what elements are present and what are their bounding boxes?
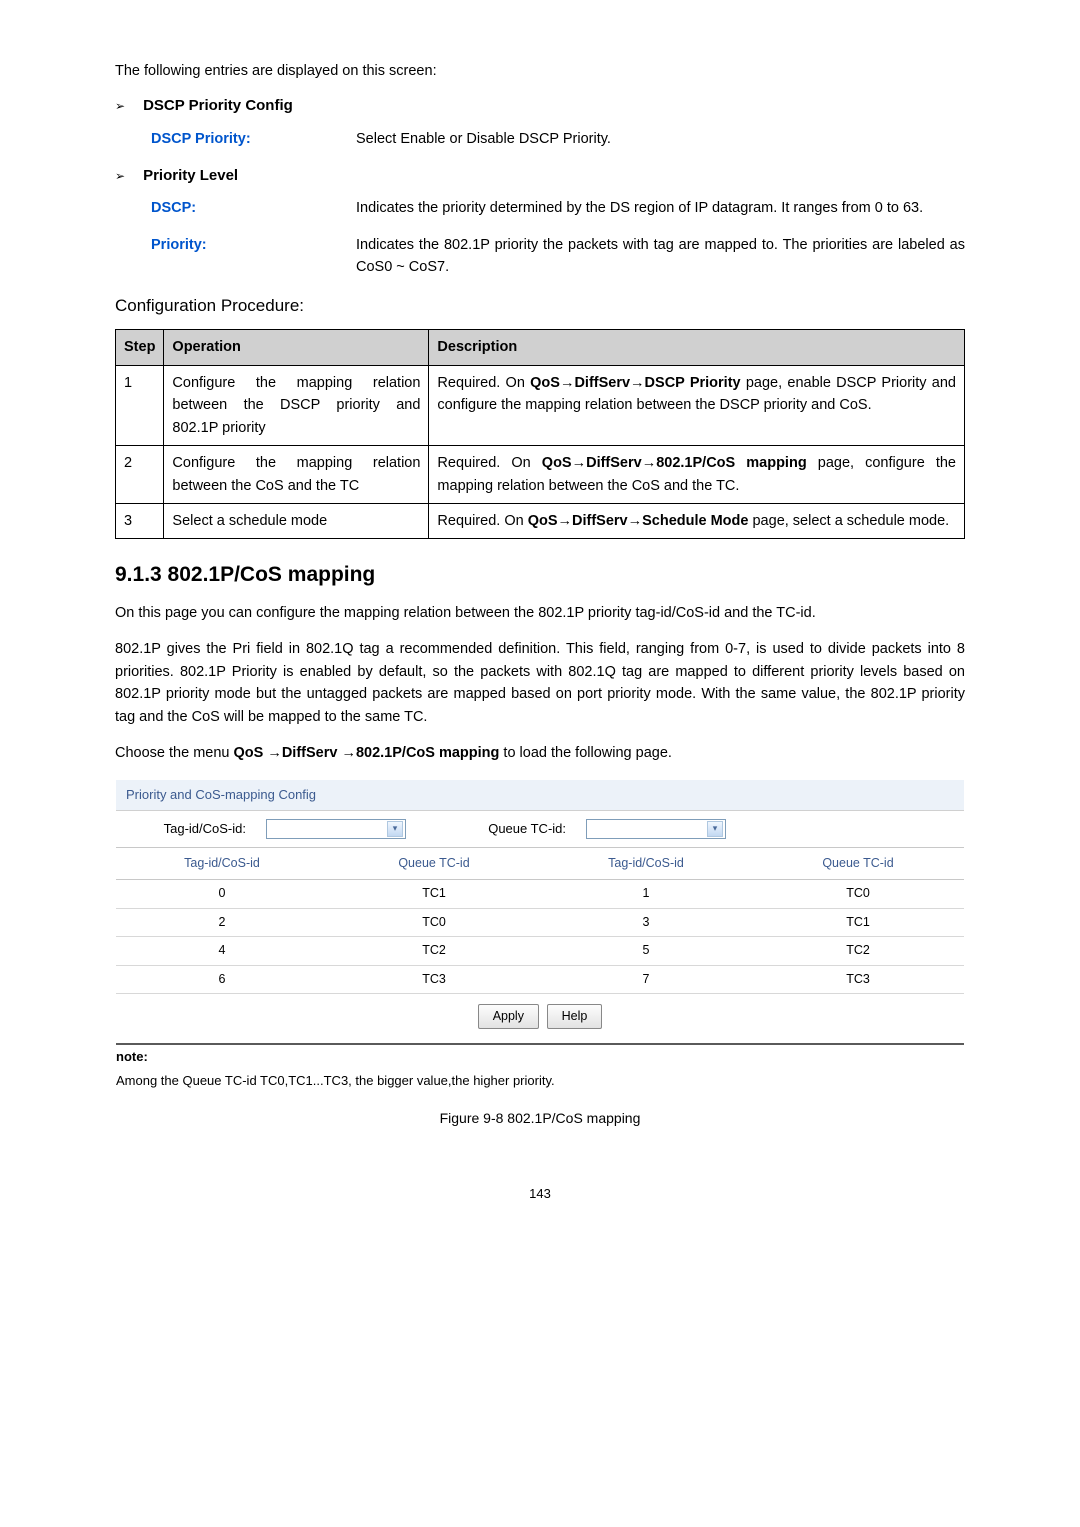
td-operation: Configure the mapping relation between t… (164, 446, 429, 504)
chevron-down-icon: ▾ (387, 821, 403, 837)
td-step: 1 (116, 365, 164, 445)
dscp-desc: Indicates the priority determined by the… (356, 197, 923, 219)
figure-container: Priority and CoS-mapping Config Tag-id/C… (115, 779, 965, 1130)
desc-bold: QoS→DiffServ→DSCP Priority (530, 375, 740, 391)
table-row: 3 Select a schedule mode Required. On Qo… (116, 504, 965, 539)
bullet-arrow-icon (115, 167, 125, 186)
cfg-cell: TC2 (328, 941, 540, 960)
desc-prefix: Required. On (437, 375, 530, 391)
cfg-cell: TC3 (328, 970, 540, 989)
dscp-row: DSCP: Indicates the priority determined … (151, 197, 965, 219)
para-1: On this page you can configure the mappi… (115, 602, 965, 624)
note-text: Among the Queue TC-id TC0,TC1...TC3, the… (116, 1071, 964, 1091)
col-header: Tag-id/CoS-id (540, 854, 752, 873)
cfg-cell: TC1 (328, 884, 540, 903)
table-header-row: Step Operation Description (116, 330, 965, 365)
procedure-table: Step Operation Description 1 Configure t… (115, 329, 965, 539)
chevron-down-icon: ▾ (707, 821, 723, 837)
section-heading-913: 9.1.3 802.1P/CoS mapping (115, 559, 965, 592)
dscp-priority-config-section: DSCP Priority Config DSCP Priority: Sele… (115, 94, 965, 150)
th-step: Step (116, 330, 164, 365)
intro-text: The following entries are displayed on t… (115, 60, 965, 82)
priority-level-section: Priority Level DSCP: Indicates the prior… (115, 164, 965, 279)
cfg-cell: 0 (116, 884, 328, 903)
queue-select[interactable]: ▾ (586, 819, 726, 839)
col-header: Queue TC-id (752, 854, 964, 873)
apply-button[interactable]: Apply (478, 1004, 539, 1029)
bullet-title: Priority Level (143, 164, 238, 187)
page-number: 143 (115, 1184, 965, 1204)
td-operation: Select a schedule mode (164, 504, 429, 539)
selectors-row: Tag-id/CoS-id: ▾ Queue TC-id: ▾ (116, 811, 964, 848)
desc-bold: QoS→DiffServ→802.1P/CoS mapping (542, 455, 807, 471)
cfg-cell: 4 (116, 941, 328, 960)
dscp-priority-row: DSCP Priority: Select Enable or Disable … (151, 128, 965, 150)
help-button[interactable]: Help (547, 1004, 603, 1029)
note-label: note: (116, 1047, 964, 1067)
cfg-cell: 1 (540, 884, 752, 903)
th-operation: Operation (164, 330, 429, 365)
desc-suffix: page, select a schedule mode. (748, 513, 949, 529)
td-step: 2 (116, 446, 164, 504)
cfg-cell: 3 (540, 913, 752, 932)
td-step: 3 (116, 504, 164, 539)
dscp-priority-desc: Select Enable or Disable DSCP Priority. (356, 128, 611, 150)
priority-desc: Indicates the 802.1P priority the packet… (356, 234, 965, 279)
priority-label: Priority: (151, 234, 356, 256)
cfg-cell: TC0 (752, 884, 964, 903)
cfg-row: 2 TC0 3 TC1 (116, 909, 964, 937)
tagid-select[interactable]: ▾ (266, 819, 406, 839)
para3-post: to load the following page. (499, 745, 672, 761)
cfg-cell: TC2 (752, 941, 964, 960)
bullet-title: DSCP Priority Config (143, 94, 293, 117)
para3-pre: Choose the menu (115, 745, 234, 761)
desc-prefix: Required. On (437, 455, 541, 471)
table-row: 2 Configure the mapping relation between… (116, 446, 965, 504)
queue-label: Queue TC-id: (406, 819, 586, 839)
bullet-heading: DSCP Priority Config (115, 94, 965, 117)
cfg-cell: 6 (116, 970, 328, 989)
col-header: Queue TC-id (328, 854, 540, 873)
cfg-table-head: Tag-id/CoS-id Queue TC-id Tag-id/CoS-id … (116, 848, 964, 880)
divider (116, 1043, 964, 1045)
bullet-arrow-icon (115, 97, 125, 116)
priority-row: Priority: Indicates the 802.1P priority … (151, 234, 965, 279)
tagid-label: Tag-id/CoS-id: (126, 819, 266, 839)
desc-bold: QoS→DiffServ→Schedule Mode (528, 513, 749, 529)
para-3: Choose the menu QoS →DiffServ →802.1P/Co… (115, 742, 965, 764)
para-2: 802.1P gives the Pri field in 802.1Q tag… (115, 638, 965, 728)
button-row: Apply Help (116, 994, 964, 1043)
cfg-cell: 2 (116, 913, 328, 932)
cfg-row: 0 TC1 1 TC0 (116, 880, 964, 908)
col-header: Tag-id/CoS-id (116, 854, 328, 873)
cfg-cell: TC1 (752, 913, 964, 932)
cfg-row: 6 TC3 7 TC3 (116, 966, 964, 994)
dscp-label: DSCP: (151, 197, 356, 219)
desc-prefix: Required. On (437, 513, 527, 529)
td-description: Required. On QoS→DiffServ→Schedule Mode … (429, 504, 965, 539)
cfg-cell: TC0 (328, 913, 540, 932)
config-procedure-title: Configuration Procedure: (115, 293, 965, 319)
cfg-row: 4 TC2 5 TC2 (116, 937, 964, 965)
dscp-priority-label: DSCP Priority: (151, 128, 356, 150)
config-panel: Priority and CoS-mapping Config Tag-id/C… (115, 779, 965, 1100)
figure-caption: Figure 9-8 802.1P/CoS mapping (115, 1108, 965, 1130)
td-description: Required. On QoS→DiffServ→DSCP Priority … (429, 365, 965, 445)
para3-bold: QoS →DiffServ →802.1P/CoS mapping (234, 745, 500, 761)
panel-header: Priority and CoS-mapping Config (116, 780, 964, 811)
cfg-cell: 7 (540, 970, 752, 989)
table-row: 1 Configure the mapping relation between… (116, 365, 965, 445)
th-description: Description (429, 330, 965, 365)
td-operation: Configure the mapping relation between t… (164, 365, 429, 445)
cfg-cell: TC3 (752, 970, 964, 989)
cfg-cell: 5 (540, 941, 752, 960)
td-description: Required. On QoS→DiffServ→802.1P/CoS map… (429, 446, 965, 504)
bullet-heading: Priority Level (115, 164, 965, 187)
